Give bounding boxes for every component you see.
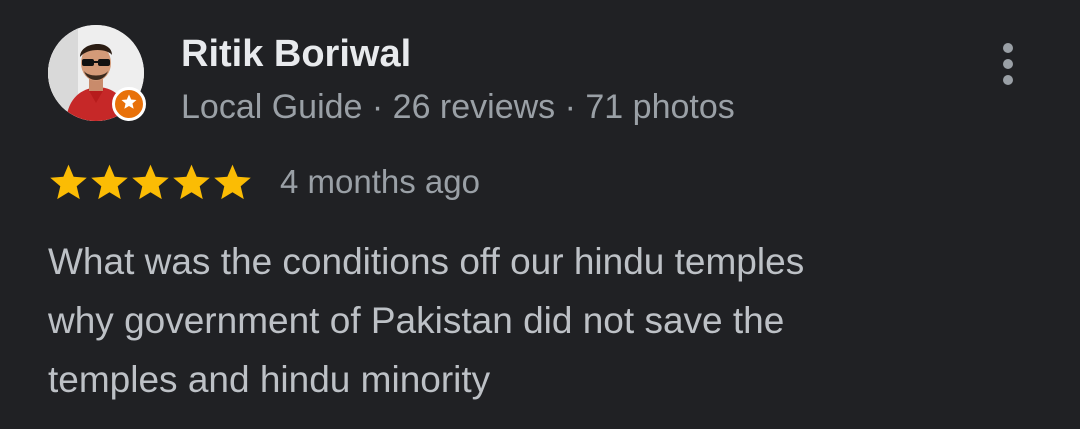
- star-icon: [130, 162, 171, 203]
- local-guide-star-icon: [120, 93, 138, 116]
- review-text-line: temples and hindu minority: [48, 359, 491, 400]
- star-rating: [48, 162, 253, 203]
- more-options-button[interactable]: [986, 38, 1030, 90]
- star-icon: [212, 162, 253, 203]
- reviewer-avatar-wrap[interactable]: [48, 25, 146, 121]
- star-icon: [48, 162, 89, 203]
- more-vert-icon: [1003, 43, 1013, 85]
- review-card: Ritik Boriwal Local Guide · 26 reviews ·…: [0, 0, 1080, 429]
- reviewer-name[interactable]: Ritik Boriwal: [181, 30, 411, 78]
- review-text-line: What was the conditions off our hindu te…: [48, 241, 805, 282]
- star-icon: [171, 162, 212, 203]
- review-text-line: why government of Pakistan did not save …: [48, 300, 785, 341]
- local-guide-badge: [112, 87, 146, 121]
- reviewer-meta: Local Guide · 26 reviews · 71 photos: [181, 88, 735, 126]
- star-icon: [89, 162, 130, 203]
- review-time: 4 months ago: [280, 163, 480, 200]
- review-text: What was the conditions off our hindu te…: [48, 232, 1038, 409]
- rating-row: 4 months ago: [48, 156, 480, 208]
